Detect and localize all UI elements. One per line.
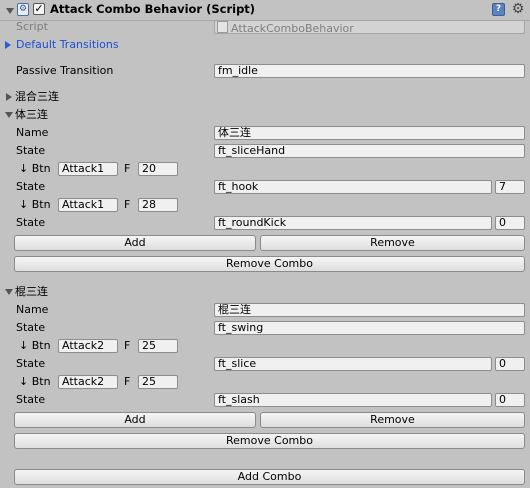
combo-2-remove-button[interactable]: Remove (260, 412, 525, 428)
combo-2-link-1-f-field[interactable]: 25 (138, 339, 178, 353)
combo-2-remove-combo-button[interactable]: Remove Combo (14, 433, 525, 449)
combo-1-link-1-state-field[interactable]: ft_hook (214, 180, 492, 194)
combo-1-name-label: Name (16, 126, 49, 139)
combo-1-link-2-btn-field[interactable]: Attack1 (58, 198, 118, 212)
script-icon: ⚙ (17, 3, 29, 16)
collapsed-group-arrow-icon[interactable] (6, 93, 12, 101)
combo-1-arrow-icon[interactable] (5, 112, 13, 118)
combo-2-link-1-num-field[interactable]: 0 (495, 357, 525, 371)
combo-2-link-1-btn-field[interactable]: Attack2 (58, 339, 118, 353)
combo-1-link-2-btn-label: ↓ Btn (19, 198, 51, 211)
combo-1-link-2-num-field[interactable]: 0 (495, 216, 525, 230)
combo-2-link-2-num-field[interactable]: 0 (495, 393, 525, 407)
combo-2-name-field[interactable]: 棍三连 (214, 303, 525, 317)
combo-1-link-1-f-label: F (124, 162, 131, 175)
combo-2-link-2-f-field[interactable]: 25 (138, 375, 178, 389)
combo-1-link-2-f-field[interactable]: 28 (138, 198, 178, 212)
script-label: Script (16, 20, 48, 33)
combo-2-state-field[interactable]: ft_swing (214, 321, 525, 335)
combo-1-remove-combo-button[interactable]: Remove Combo (14, 256, 525, 272)
combo-1-link-1-num-field[interactable]: 7 (495, 180, 525, 194)
combo-2-link-2-state-field[interactable]: ft_slash (214, 393, 492, 407)
passive-transition-field[interactable]: fm_idle (214, 64, 525, 78)
gear-icon[interactable]: ⚙ (510, 1, 526, 17)
combo-2-arrow-icon[interactable] (5, 289, 13, 295)
combo-2-link-2-btn-field[interactable]: Attack2 (58, 375, 118, 389)
collapsed-group-foldout[interactable]: 混合三连 (15, 90, 59, 104)
combo-2-link-1-state-field[interactable]: ft_slice (214, 357, 492, 371)
combo-1-link-1-state-label: State (16, 180, 46, 193)
combo-2-link-1-state-label: State (16, 357, 46, 370)
combo-1-foldout[interactable]: 体三连 (15, 108, 48, 122)
component-title: Attack Combo Behavior (Script) (50, 2, 256, 16)
combo-1-link-2-f-label: F (124, 198, 131, 211)
combo-1-link-1-btn-label: ↓ Btn (19, 162, 51, 175)
help-icon[interactable]: ? (492, 3, 505, 16)
default-transitions-arrow-icon[interactable] (5, 41, 11, 49)
combo-2-foldout[interactable]: 棍三连 (15, 285, 48, 299)
default-transitions-foldout[interactable]: Default Transitions (16, 38, 119, 52)
combo-2-link-2-btn-label: ↓ Btn (19, 375, 51, 388)
combo-1-name-field[interactable]: 体三连 (214, 126, 525, 140)
combo-1-state-label: State (16, 144, 46, 157)
enable-checkbox[interactable]: ✓ (33, 3, 45, 15)
script-field: AttackComboBehavior (214, 20, 525, 34)
combo-2-link-2-state-label: State (16, 393, 46, 406)
combo-1-state-field[interactable]: ft_sliceHand (214, 144, 525, 158)
combo-1-link-1-f-field[interactable]: 20 (138, 162, 178, 176)
combo-2-name-label: Name (16, 303, 49, 316)
combo-2-link-1-btn-label: ↓ Btn (19, 339, 51, 352)
foldout-arrow-icon[interactable] (6, 8, 14, 14)
combo-2-link-2-f-label: F (124, 375, 131, 388)
combo-1-remove-button[interactable]: Remove (260, 235, 525, 251)
combo-2-add-button[interactable]: Add (14, 412, 256, 428)
combo-1-link-2-state-label: State (16, 216, 46, 229)
script-file-icon (217, 21, 228, 33)
add-combo-button[interactable]: Add Combo (14, 469, 525, 485)
script-value: AttackComboBehavior (231, 22, 354, 34)
combo-1-add-button[interactable]: Add (14, 235, 256, 251)
combo-1-link-2-state-field[interactable]: ft_roundKick (214, 216, 492, 230)
combo-1-link-1-btn-field[interactable]: Attack1 (58, 162, 118, 176)
passive-transition-label: Passive Transition (16, 64, 114, 77)
combo-2-link-1-f-label: F (124, 339, 131, 352)
combo-2-state-label: State (16, 321, 46, 334)
